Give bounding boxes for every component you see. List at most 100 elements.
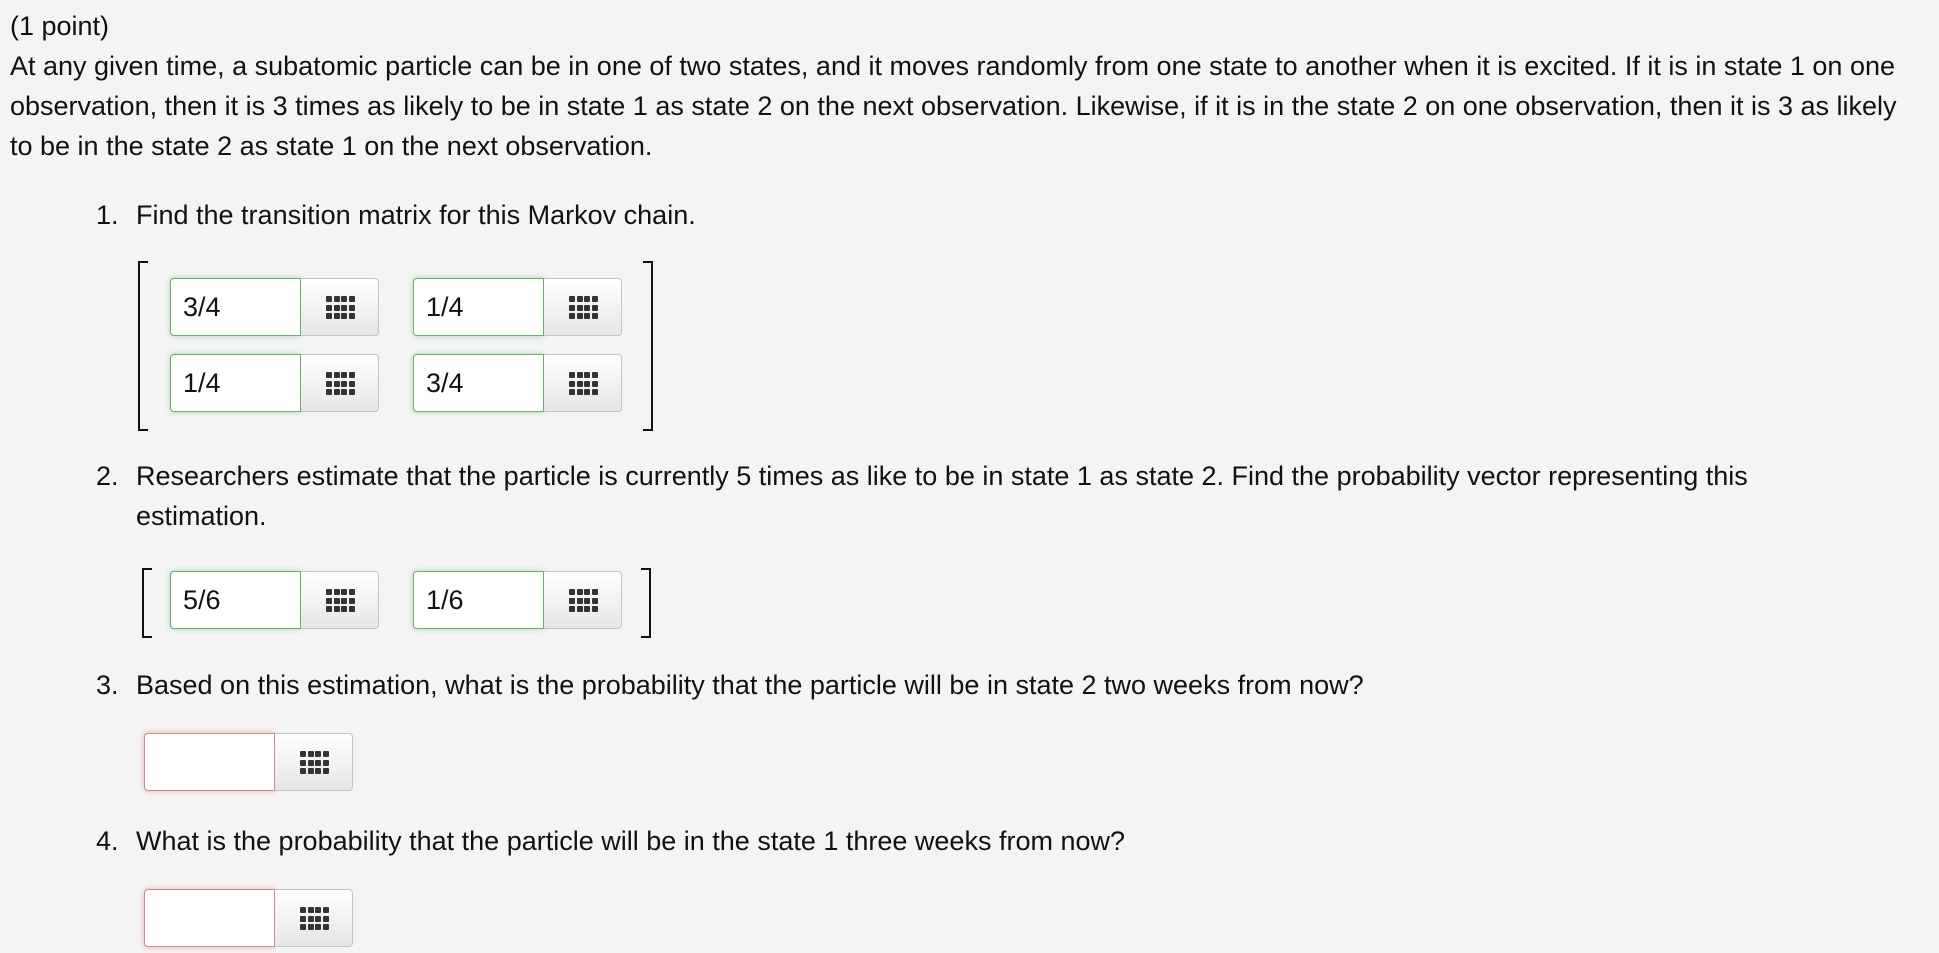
grid-dot (326, 296, 332, 302)
question-number: 3. (96, 670, 119, 700)
grid-dot (300, 924, 306, 930)
grid-dot (341, 589, 347, 595)
grid-dot (584, 389, 590, 395)
grid-dot (341, 389, 347, 395)
grid-dot (569, 296, 575, 302)
grid-dot (333, 296, 340, 302)
points-label: (1 point) (10, 11, 110, 41)
grid-dot (326, 589, 332, 595)
equation-editor-button[interactable] (275, 889, 353, 947)
grid-dot (584, 372, 590, 378)
grid-dot (591, 313, 598, 319)
grid-dot (315, 915, 321, 922)
question-text: Researchers estimate that the particle i… (136, 461, 1748, 531)
grid-dot (576, 313, 583, 319)
equation-editor-button[interactable] (301, 278, 379, 336)
grid-dot (300, 915, 306, 922)
grid-dot (584, 313, 590, 319)
grid-dot (300, 751, 306, 757)
left-bracket (138, 261, 148, 431)
grid-dot (341, 304, 347, 311)
grid-dot (315, 759, 321, 766)
grid-dot (569, 313, 575, 319)
grid-dot (300, 768, 306, 774)
grid-dot (300, 759, 306, 766)
grid-dot (569, 589, 575, 595)
vector-entry-2[interactable] (413, 571, 544, 629)
equation-editor-button[interactable] (544, 571, 622, 629)
grid-dot (322, 751, 329, 757)
question-text: Based on this estimation, what is the pr… (136, 670, 1364, 700)
equation-editor-button[interactable] (544, 278, 622, 336)
grid-dot (341, 313, 347, 319)
grid-dot (322, 924, 329, 930)
grid-dot (333, 606, 340, 612)
grid-dot (569, 597, 575, 604)
grid-icon (300, 751, 329, 775)
grid-dot (348, 372, 355, 378)
grid-dot (333, 304, 340, 311)
grid-dot (584, 589, 590, 595)
grid-dot (333, 372, 340, 378)
grid-dot (326, 313, 332, 319)
equation-editor-button[interactable] (301, 571, 379, 629)
problem-statement: At any given time, a subatomic particle … (10, 51, 1897, 161)
grid-dot (584, 380, 590, 387)
grid-dot (333, 313, 340, 319)
grid-dot (576, 589, 583, 595)
grid-dot (341, 296, 347, 302)
grid-dot (326, 606, 332, 612)
answer-box (170, 571, 380, 629)
grid-dot (333, 589, 340, 595)
equation-editor-button[interactable] (275, 733, 353, 791)
grid-dot (576, 606, 583, 612)
grid-dot (333, 380, 340, 387)
answer-q3-input[interactable] (144, 733, 275, 791)
grid-dot (307, 915, 314, 922)
right-bracket (643, 261, 653, 431)
grid-dot (584, 606, 590, 612)
matrix-entry-2-1[interactable] (170, 354, 301, 412)
answer-box (413, 354, 623, 412)
equation-editor-button[interactable] (544, 354, 622, 412)
grid-dot (341, 606, 347, 612)
question-2: 2. Researchers estimate that the particl… (96, 456, 1876, 536)
answer-box (144, 733, 354, 791)
right-bracket (641, 568, 651, 638)
grid-dot (591, 304, 598, 311)
grid-dot (322, 759, 329, 766)
question-number: 4. (96, 826, 119, 856)
grid-dot (569, 389, 575, 395)
grid-icon (569, 372, 598, 396)
grid-dot (307, 759, 314, 766)
equation-editor-button[interactable] (301, 354, 379, 412)
grid-dot (569, 380, 575, 387)
grid-dot (569, 372, 575, 378)
grid-dot (348, 313, 355, 319)
vector-entry-1[interactable] (170, 571, 301, 629)
grid-dot (326, 380, 332, 387)
grid-dot (307, 751, 314, 757)
grid-dot (307, 907, 314, 913)
grid-dot (591, 380, 598, 387)
matrix-entry-2-2[interactable] (413, 354, 544, 412)
grid-dot (348, 597, 355, 604)
grid-dot (569, 304, 575, 311)
grid-dot (307, 768, 314, 774)
answer-q4-input[interactable] (144, 889, 275, 947)
grid-icon (326, 589, 355, 613)
answer-box (170, 278, 380, 336)
grid-dot (591, 597, 598, 604)
grid-dot (576, 296, 583, 302)
grid-icon (569, 589, 598, 613)
matrix-entry-1-1[interactable] (170, 278, 301, 336)
grid-dot (315, 924, 321, 930)
answer-box (413, 571, 623, 629)
grid-dot (576, 389, 583, 395)
left-bracket (142, 568, 152, 638)
grid-dot (348, 296, 355, 302)
grid-dot (322, 907, 329, 913)
answer-box (144, 889, 354, 947)
matrix-entry-1-2[interactable] (413, 278, 544, 336)
question-number: 2. (96, 461, 119, 491)
